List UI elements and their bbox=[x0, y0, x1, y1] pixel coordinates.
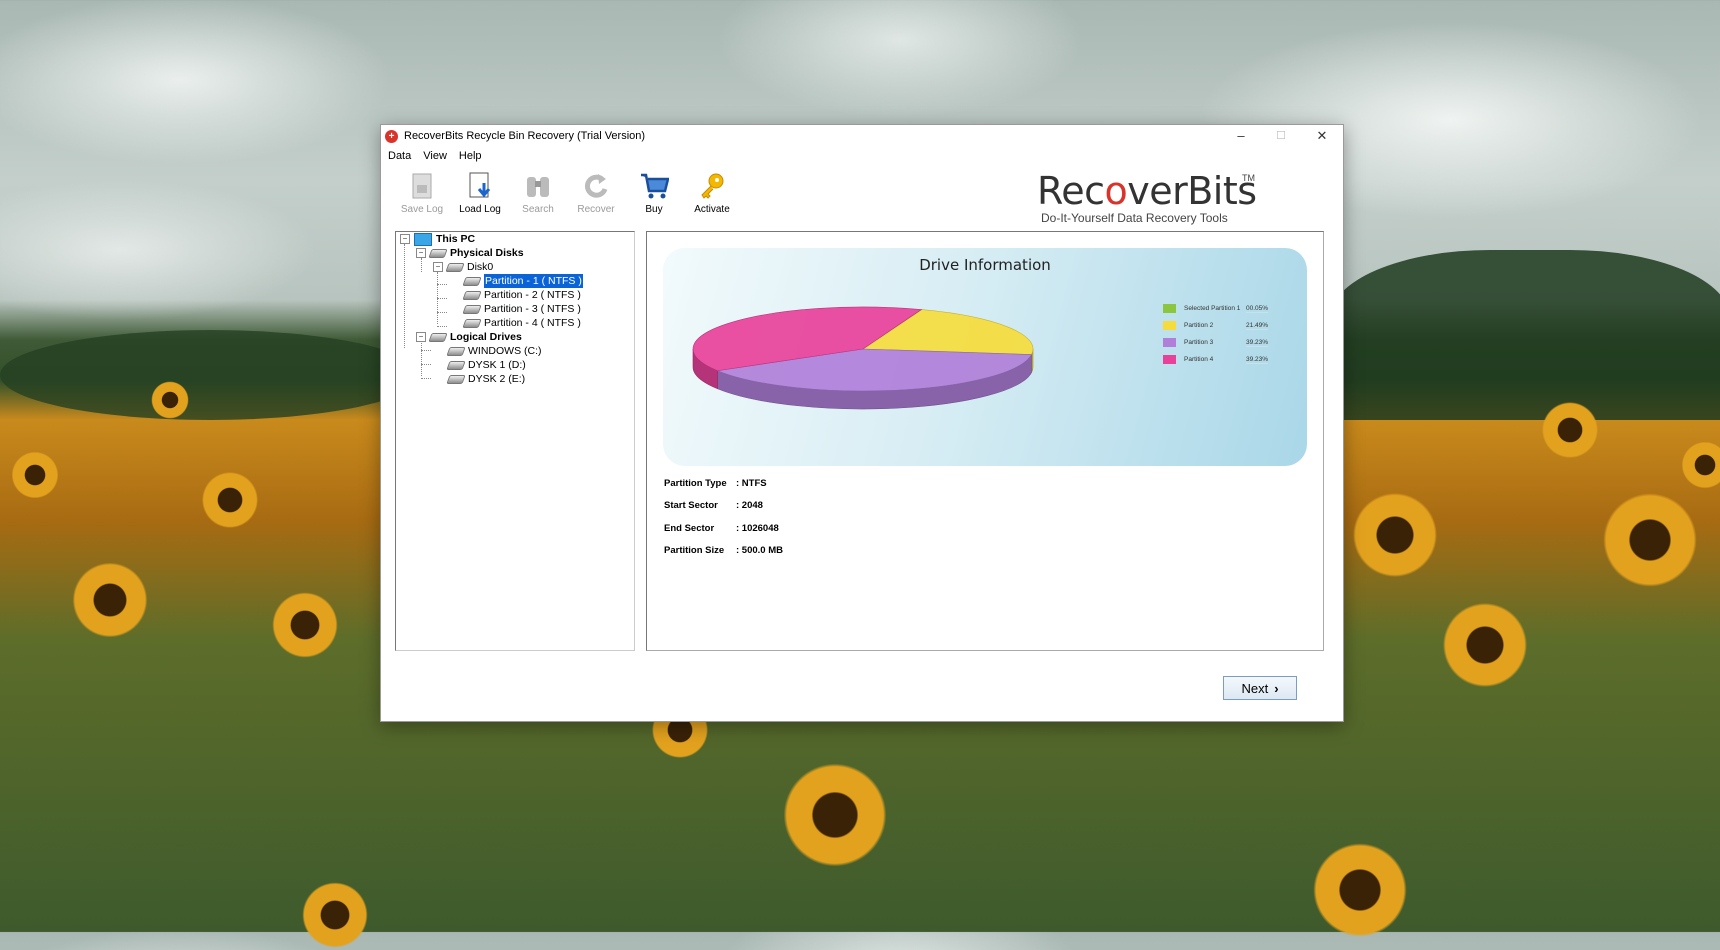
window-title: RecoverBits Recycle Bin Recovery (Trial … bbox=[404, 130, 646, 142]
legend-value: 39.23% bbox=[1246, 338, 1269, 347]
legend-value: 39.23% bbox=[1246, 355, 1269, 364]
legend-label: Partition 3 bbox=[1184, 339, 1214, 346]
key-icon bbox=[697, 171, 727, 201]
load-log-icon bbox=[465, 171, 495, 201]
load-log-button[interactable]: Load Log bbox=[451, 171, 509, 215]
title-bar[interactable]: + RecoverBits Recycle Bin Recovery (Tria… bbox=[381, 125, 1343, 147]
app-window: + RecoverBits Recycle Bin Recovery (Tria… bbox=[380, 124, 1344, 722]
activate-button[interactable]: Activate bbox=[683, 171, 741, 215]
prop-start-sector: Start Sector : 2048 bbox=[664, 500, 763, 511]
tree-node-drive-c[interactable]: WINDOWS (C:) bbox=[446, 344, 542, 358]
legend-item-0: Selected Partition 1 00.05% bbox=[1163, 300, 1268, 317]
tree-node-disk0[interactable]: − Disk0 bbox=[433, 260, 493, 274]
legend-label: Selected Partition 1 bbox=[1184, 305, 1241, 312]
next-button[interactable]: Next › bbox=[1223, 676, 1297, 700]
tree-node-drive-d[interactable]: DYSK 1 (D:) bbox=[446, 358, 526, 372]
next-label: Next bbox=[1241, 680, 1269, 696]
disk-icon bbox=[428, 248, 448, 258]
collapse-icon[interactable]: − bbox=[433, 262, 443, 272]
partition-icon bbox=[462, 304, 482, 314]
logo-trademark: TM bbox=[1242, 173, 1255, 183]
tree-node-logical-drives[interactable]: − Logical Drives bbox=[416, 330, 522, 344]
buy-label: Buy bbox=[645, 204, 663, 215]
chart-title: Drive Information bbox=[919, 256, 1051, 274]
collapse-icon[interactable]: − bbox=[416, 248, 426, 258]
drive-icon bbox=[446, 346, 466, 356]
legend-swatch bbox=[1163, 304, 1176, 313]
menu-bar: Data View Help bbox=[381, 147, 1343, 165]
legend-value: 21.49% bbox=[1246, 321, 1269, 330]
disk-icon bbox=[428, 332, 448, 342]
legend-value: 00.05% bbox=[1246, 304, 1269, 313]
menu-view[interactable]: View bbox=[423, 150, 447, 162]
toolbar: Save Log Load Log Search Recover Buy Act… bbox=[393, 171, 741, 215]
brand-logo: RecoverBits TM Do-It-Yourself Data Recov… bbox=[1037, 171, 1257, 225]
maximize-button[interactable]: ☐ bbox=[1261, 125, 1301, 147]
minimize-button[interactable]: – bbox=[1221, 125, 1261, 147]
binoculars-icon bbox=[523, 171, 553, 201]
legend-label: Partition 2 bbox=[1184, 322, 1214, 329]
tree-node-drive-e[interactable]: DYSK 2 (E:) bbox=[446, 372, 525, 386]
partition-icon bbox=[462, 290, 482, 300]
partition-icon bbox=[462, 318, 482, 328]
close-button[interactable]: ✕ bbox=[1302, 125, 1342, 147]
legend-swatch bbox=[1163, 338, 1176, 347]
prop-partition-type: Partition Type : NTFS bbox=[664, 478, 767, 489]
prop-partition-size: Partition Size : 500.0 MB bbox=[664, 545, 783, 556]
drive-tree: − This PC − Physical Disks − Disk0 Parti… bbox=[395, 231, 635, 651]
chart-legend: Selected Partition 1 00.05% Partition 2 21.… bbox=[1163, 300, 1268, 368]
tree-node-partition-3[interactable]: Partition - 3 ( NTFS ) bbox=[462, 302, 581, 316]
search-label: Search bbox=[522, 204, 554, 215]
menu-help[interactable]: Help bbox=[459, 150, 482, 162]
tree-node-this-pc[interactable]: − This PC bbox=[400, 232, 475, 246]
disk-icon bbox=[445, 262, 465, 272]
legend-swatch bbox=[1163, 321, 1176, 330]
load-log-label: Load Log bbox=[459, 204, 501, 215]
tree-node-partition-1[interactable]: Partition - 1 ( NTFS ) bbox=[462, 273, 584, 289]
save-log-label: Save Log bbox=[400, 204, 444, 215]
legend-item-2: Partition 3 39.23% bbox=[1163, 334, 1268, 351]
tree-node-physical-disks[interactable]: − Physical Disks bbox=[416, 246, 524, 260]
legend-swatch bbox=[1163, 355, 1176, 364]
prop-end-sector: End Sector : 1026048 bbox=[664, 523, 779, 534]
drive-info-chart: Drive Information Selected Partition 1 00… bbox=[663, 248, 1307, 466]
save-log-button[interactable]: Save Log bbox=[393, 171, 451, 215]
legend-item-1: Partition 2 21.49% bbox=[1163, 317, 1268, 334]
collapse-icon[interactable]: − bbox=[416, 332, 426, 342]
recover-label: Recover bbox=[577, 204, 615, 215]
legend-item-3: Partition 4 39.23% bbox=[1163, 351, 1268, 368]
search-button[interactable]: Search bbox=[509, 171, 567, 215]
logo-wordmark: RecoverBits bbox=[1037, 169, 1257, 213]
recover-button[interactable]: Recover bbox=[567, 171, 625, 215]
tree-node-partition-4[interactable]: Partition - 4 ( NTFS ) bbox=[462, 316, 581, 330]
collapse-icon[interactable]: − bbox=[400, 234, 410, 244]
drive-icon bbox=[446, 374, 466, 384]
partition-icon bbox=[462, 276, 482, 286]
computer-icon bbox=[414, 232, 432, 246]
app-logo-icon: + bbox=[385, 129, 398, 143]
menu-data[interactable]: Data bbox=[388, 150, 411, 162]
save-log-icon bbox=[407, 171, 437, 201]
activate-label: Activate bbox=[694, 204, 730, 215]
tree-node-partition-2[interactable]: Partition - 2 ( NTFS ) bbox=[462, 288, 581, 302]
chevron-right-icon: › bbox=[1274, 680, 1279, 696]
pie-chart bbox=[692, 306, 1034, 410]
drive-info-panel: Drive Information Selected Partition 1 00… bbox=[646, 231, 1324, 651]
recover-icon bbox=[581, 171, 611, 201]
buy-button[interactable]: Buy bbox=[625, 171, 683, 215]
legend-label: Partition 4 bbox=[1184, 356, 1214, 363]
cart-icon bbox=[639, 171, 670, 201]
drive-icon bbox=[446, 360, 466, 370]
logo-tagline: Do-It-Yourself Data Recovery Tools bbox=[1041, 211, 1228, 225]
